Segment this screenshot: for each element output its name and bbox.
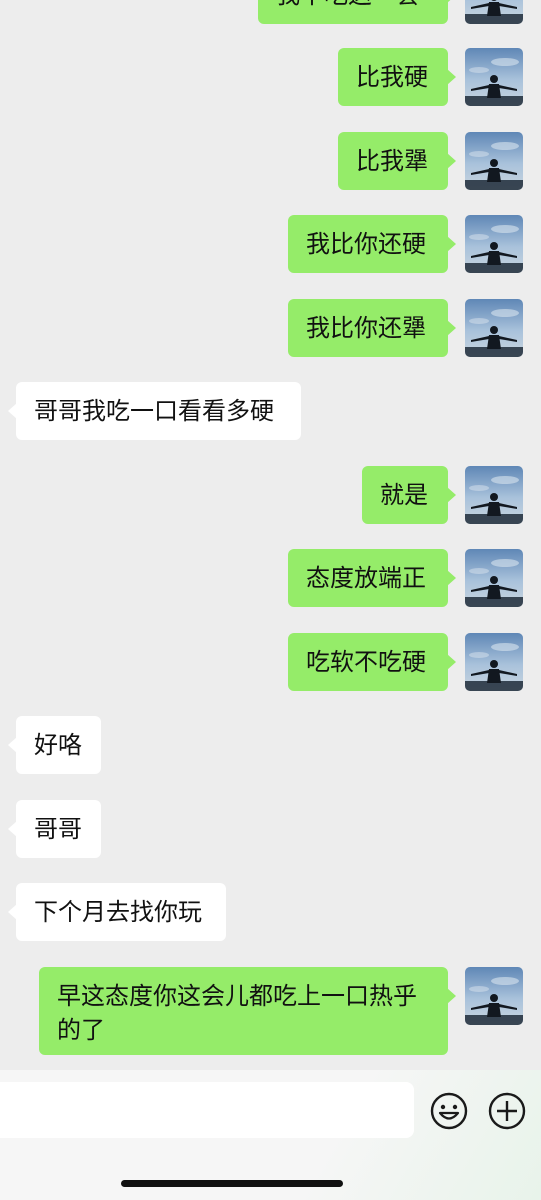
message-text: 态度放端正 <box>306 564 426 592</box>
message-text: 我不吃这一套 <box>276 0 420 9</box>
message-bubble-outgoing[interactable]: 比我硬 <box>338 48 456 106</box>
avatar[interactable] <box>465 967 523 1025</box>
message-text: 哥哥 <box>34 815 82 843</box>
message-row: 早这态度你这会儿都吃上一口热乎的了 <box>0 967 541 1055</box>
message-bubble-incoming[interactable]: 哥哥我吃一口看看多硬 <box>8 382 301 440</box>
message-bubble-outgoing[interactable]: 我比你还硬 <box>288 215 456 273</box>
message-text: 好咯 <box>34 731 82 759</box>
plus-icon <box>488 1092 526 1130</box>
message-row: 比我硬 <box>0 48 541 106</box>
message-row: 我比你还犟 <box>0 299 541 357</box>
message-bubble-outgoing[interactable]: 我比你还犟 <box>288 299 456 357</box>
avatar[interactable] <box>465 48 523 106</box>
emoji-button[interactable] <box>429 1091 469 1131</box>
message-row: 下个月去找你玩 <box>0 883 541 941</box>
message-bubble-incoming[interactable]: 好咯 <box>8 716 101 774</box>
message-row: 哥哥我吃一口看看多硬 <box>0 382 541 440</box>
message-row: 哥哥 <box>0 800 541 858</box>
message-row: 我不吃这一套 <box>0 0 541 24</box>
message-text: 下个月去找你玩 <box>34 898 202 926</box>
message-bubble-outgoing[interactable]: 吃软不吃硬 <box>288 633 456 691</box>
message-input[interactable] <box>0 1082 414 1138</box>
message-row: 就是 <box>0 466 541 524</box>
avatar[interactable] <box>465 132 523 190</box>
message-row: 我比你还硬 <box>0 215 541 273</box>
message-bubble-outgoing[interactable]: 早这态度你这会儿都吃上一口热乎的了 <box>39 967 456 1055</box>
message-text: 吃软不吃硬 <box>306 648 426 676</box>
message-bubble-outgoing[interactable]: 就是 <box>362 466 456 524</box>
message-text: 比我硬 <box>356 63 428 91</box>
avatar[interactable] <box>465 549 523 607</box>
message-row: 好咯 <box>0 716 541 774</box>
message-text: 我比你还硬 <box>306 230 426 258</box>
avatar[interactable] <box>465 633 523 691</box>
message-text: 我比你还犟 <box>306 314 426 342</box>
message-text: 就是 <box>380 481 428 509</box>
message-text: 早这态度你这会儿都吃上一口热乎的了 <box>57 982 417 1044</box>
message-text: 比我犟 <box>356 147 428 175</box>
message-row: 比我犟 <box>0 132 541 190</box>
message-bubble-outgoing[interactable]: 比我犟 <box>338 132 456 190</box>
avatar[interactable] <box>465 215 523 273</box>
avatar[interactable] <box>465 299 523 357</box>
message-row: 态度放端正 <box>0 549 541 607</box>
avatar[interactable] <box>465 0 523 24</box>
message-bubble-incoming[interactable]: 下个月去找你玩 <box>8 883 226 941</box>
message-bubble-incoming[interactable]: 哥哥 <box>8 800 101 858</box>
avatar[interactable] <box>465 466 523 524</box>
plus-button[interactable] <box>487 1091 527 1131</box>
input-bar <box>0 1070 541 1200</box>
chat-area: 我不吃这一套 比我硬 比我犟 我比你还硬 我比你还犟 哥哥我吃一口看看多硬 <box>0 0 541 1070</box>
message-text: 哥哥我吃一口看看多硬 <box>34 397 274 425</box>
message-bubble-outgoing[interactable]: 我不吃这一套 <box>258 0 456 24</box>
message-row: 吃软不吃硬 <box>0 633 541 691</box>
home-indicator[interactable] <box>121 1180 343 1187</box>
message-bubble-outgoing[interactable]: 态度放端正 <box>288 549 456 607</box>
emoji-icon <box>430 1092 468 1130</box>
